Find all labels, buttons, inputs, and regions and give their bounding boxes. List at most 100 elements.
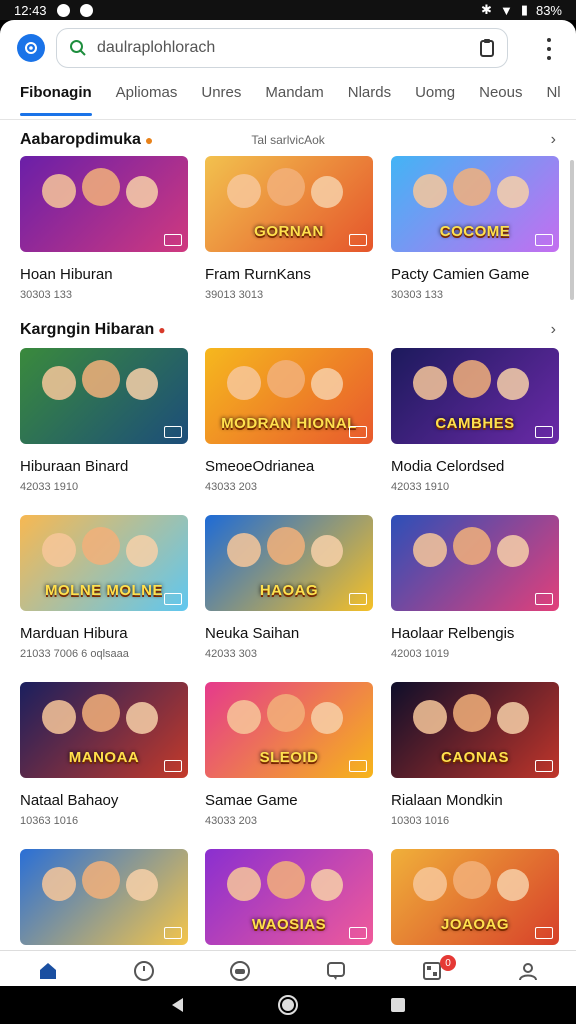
game-card[interactable]: HAOAG Neuka Saihan 42033 303	[205, 515, 373, 660]
character-illustration	[497, 368, 529, 400]
battery-text: 83%	[535, 2, 562, 18]
game-thumbnail[interactable]: MODRAN HIONAL	[205, 348, 373, 444]
status-bar: 12:43 ✱ ▼ ▮ 83%	[0, 0, 576, 20]
game-thumbnail[interactable]	[20, 156, 188, 252]
nav-item-4[interactable]: Noments0	[384, 951, 480, 986]
rating-badge-icon	[349, 593, 367, 605]
nav-item-1[interactable]: Tomnanplos	[96, 951, 192, 986]
tab-7[interactable]: Nl	[546, 80, 572, 120]
nav-item-2[interactable]: Gorolihiges	[192, 951, 288, 986]
character-illustration	[497, 176, 529, 208]
tab-5[interactable]: Uomg	[415, 80, 467, 120]
character-illustration	[413, 366, 447, 400]
game-thumbnail[interactable]: GORNAN	[205, 156, 373, 252]
nav-item-5[interactable]: Gomece	[480, 951, 576, 986]
game-card[interactable]: SLEOID Samae Game 43033 203	[205, 682, 373, 827]
tab-4[interactable]: Nlards	[348, 80, 403, 120]
rating-badge-icon	[535, 593, 553, 605]
game-thumbnail[interactable]: CAMBHES	[391, 348, 559, 444]
character-illustration	[82, 861, 120, 899]
game-title: Samae Game	[205, 792, 298, 809]
game-logo-text: COCOME	[439, 223, 511, 240]
back-icon[interactable]	[169, 996, 187, 1014]
character-illustration	[267, 360, 305, 398]
game-card[interactable]: MOLNE MOLNE Marduan Hibura 21033 7006 6 oq…	[20, 515, 188, 660]
game-thumbnail[interactable]: CAONAS	[391, 682, 559, 778]
character-illustration	[413, 533, 447, 567]
home-button-icon[interactable]	[277, 994, 299, 1016]
section-header-2: Kargngin Hibaran ● ›	[20, 318, 556, 342]
game-meta: 10303 1016	[391, 815, 450, 827]
game-logo-text: CAMBHES	[435, 415, 515, 432]
game-thumbnail[interactable]: SLEOID	[205, 682, 373, 778]
game-card[interactable]: CAMBHES Modia Celordsed 42033 1910	[391, 348, 559, 493]
game-card[interactable]: COCOME Pacty Camien Game 30303 133	[391, 156, 559, 301]
game-logo-text: MODRAN HIONAL	[221, 415, 357, 432]
character-illustration	[267, 527, 305, 565]
games-icon	[229, 960, 251, 982]
character-illustration	[126, 702, 158, 734]
character-illustration	[267, 168, 305, 206]
clipboard-icon[interactable]	[479, 38, 495, 58]
game-card[interactable]: Haolaar Relbengis 42003 1019	[391, 515, 559, 660]
scrollbar[interactable]	[570, 160, 574, 300]
clock-icon	[133, 960, 155, 982]
game-title: Rialaan Mondkin	[391, 792, 503, 809]
character-illustration	[42, 867, 76, 901]
game-meta: 42033 1910	[391, 481, 450, 493]
character-illustration	[42, 700, 76, 734]
app-logo-icon[interactable]	[17, 34, 45, 62]
more-options-icon[interactable]	[546, 38, 552, 60]
game-card[interactable]: GORNAN Fram RurnKans 39013 3013	[205, 156, 373, 301]
character-illustration	[413, 174, 447, 208]
tab-6[interactable]: Neous	[479, 80, 534, 120]
rating-badge-icon	[164, 234, 182, 246]
rating-badge-icon	[164, 760, 182, 772]
game-card[interactable]: JOAOAG	[391, 849, 559, 945]
search-input[interactable]: daulraplohlorach	[56, 28, 508, 68]
game-thumbnail[interactable]	[20, 849, 188, 945]
rating-badge-icon	[535, 927, 553, 939]
game-thumbnail[interactable]: HAOAG	[205, 515, 373, 611]
game-title: Neuka Saihan	[205, 625, 300, 642]
character-illustration	[497, 535, 529, 567]
game-thumbnail[interactable]: MANOAA	[20, 682, 188, 778]
game-thumbnail[interactable]	[391, 515, 559, 611]
game-card[interactable]: Hiburaan Binard 42033 1910	[20, 348, 188, 493]
game-card[interactable]: CAONAS Rialaan Mondkin 10303 1016	[391, 682, 559, 827]
game-card[interactable]: WAOSIAS	[205, 849, 373, 945]
game-card[interactable]	[20, 849, 188, 945]
game-logo-text: GORNAN	[254, 223, 324, 240]
section-header-1: Aabaropdimuka ● Tal sarlvicAok ›	[20, 128, 556, 152]
chevron-right-icon[interactable]: ›	[551, 321, 556, 339]
character-illustration	[126, 176, 158, 208]
home-icon	[37, 960, 59, 982]
game-logo-text: WAOSIAS	[251, 916, 327, 933]
tab-2[interactable]: Unres	[201, 80, 253, 120]
tab-0[interactable]: Fibonagin	[20, 80, 104, 120]
rating-badge-icon	[535, 426, 553, 438]
nav-item-3[interactable]: Pucalle	[288, 951, 384, 986]
fire-icon: ●	[144, 132, 154, 148]
nav-item-0[interactable]: Mebangie	[0, 951, 96, 986]
game-card[interactable]: MANOAA Nataal Bahaoy 10363 1016	[20, 682, 188, 827]
game-thumbnail[interactable]: COCOME	[391, 156, 559, 252]
game-card[interactable]: MODRAN HIONAL SmeoeOdrianea 43033 203	[205, 348, 373, 493]
tab-1[interactable]: Apliomas	[116, 80, 190, 120]
game-thumbnail[interactable]	[20, 348, 188, 444]
game-thumbnail[interactable]: MOLNE MOLNE	[20, 515, 188, 611]
game-logo-text: MANOAA	[68, 749, 140, 766]
game-card[interactable]: Hoan Hiburan 30303 133	[20, 156, 188, 301]
character-illustration	[497, 869, 529, 901]
character-illustration	[267, 694, 305, 732]
character-illustration	[227, 366, 261, 400]
recents-icon[interactable]	[389, 996, 407, 1014]
chevron-right-icon[interactable]: ›	[551, 131, 556, 149]
rating-badge-icon	[164, 426, 182, 438]
game-thumbnail[interactable]: WAOSIAS	[205, 849, 373, 945]
rating-badge-icon	[535, 760, 553, 772]
section-title: Kargngin Hibaran	[20, 321, 155, 338]
character-illustration	[311, 368, 343, 400]
game-thumbnail[interactable]: JOAOAG	[391, 849, 559, 945]
tab-3[interactable]: Mandam	[265, 80, 335, 120]
